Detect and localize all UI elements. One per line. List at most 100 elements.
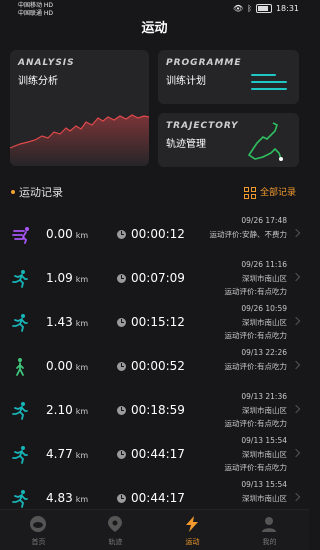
record-duration: 00:44:17 <box>131 447 185 461</box>
distance-unit: km <box>75 451 89 460</box>
clock-icon <box>117 494 126 503</box>
section-dot-icon <box>11 190 15 194</box>
carrier-1: 中国移动 HD <box>18 2 54 9</box>
clock-icon <box>117 274 126 283</box>
distance-value: 2.10 <box>46 403 73 417</box>
tab-profile-label: 我的 <box>262 538 277 546</box>
all-records-label: 全部记录 <box>259 188 296 198</box>
chevron-right-icon <box>291 272 301 282</box>
chevron-right-icon <box>291 228 301 238</box>
clock-time: 18:31 <box>275 4 299 13</box>
record-location: 深圳市南山区 <box>242 406 287 415</box>
record-duration: 00:07:09 <box>131 271 185 285</box>
tab-sport[interactable]: 运动 <box>154 510 231 550</box>
distance-unit: km <box>75 363 89 372</box>
all-records-button[interactable]: 全部记录 <box>243 185 296 201</box>
programme-en-title: PROGRAMME <box>166 58 242 68</box>
record-distance: 1.43 km <box>46 313 88 333</box>
route-map-icon <box>247 122 283 161</box>
running-icon <box>10 489 30 510</box>
tab-profile[interactable]: 我的 <box>231 510 308 550</box>
chevron-right-icon <box>291 448 301 458</box>
running-icon <box>10 269 30 293</box>
trajectory-cn-title: 轨迹管理 <box>166 139 206 150</box>
analysis-chart-graphic <box>10 114 149 166</box>
bottom-tab-bar: 首页 轨迹 运动 我的 <box>0 509 309 550</box>
programme-cn-title: 训练计划 <box>166 76 206 87</box>
status-right: 👁 ᛒ 18:31 <box>233 4 299 13</box>
record-row[interactable]: 4.77 km 00:44:17 09/13 15:54 深圳市南山区 运动评价:有点吃力 <box>0 432 309 476</box>
record-duration: 00:15:12 <box>131 315 185 329</box>
chevron-right-icon <box>291 316 301 326</box>
clock-icon <box>117 362 126 371</box>
record-distance: 0.00 km <box>46 357 88 377</box>
distance-unit: km <box>75 407 89 416</box>
clock-icon <box>117 318 126 327</box>
tab-home[interactable]: 首页 <box>0 510 77 550</box>
plan-lines-icon <box>251 74 287 95</box>
clock-icon <box>117 406 126 415</box>
programme-card[interactable]: PROGRAMME 训练计划 <box>158 50 299 104</box>
record-datetime: 09/26 10:59 <box>241 304 287 313</box>
distance-value: 1.09 <box>46 271 73 285</box>
record-datetime: 09/13 21:36 <box>241 392 287 401</box>
record-row[interactable]: 1.09 km 00:07:09 09/26 11:16 深圳市南山区 运动评价:有点吃力 <box>0 256 309 300</box>
carrier-2: 中国联通 HD <box>18 10 54 17</box>
eye-icon: 👁 <box>232 4 244 13</box>
tab-trajectory[interactable]: 轨迹 <box>77 510 154 550</box>
record-row[interactable]: 0.00 km 00:00:52 09/13 22:26 运动评价:有点吃力 <box>0 344 309 388</box>
clock-icon <box>117 230 126 239</box>
distance-value: 4.83 <box>46 491 73 505</box>
distance-unit: km <box>75 495 89 504</box>
record-list[interactable]: 0.00 km 00:00:12 09/26 17:48 运动评价:安静、不费力 1.09… <box>0 212 309 510</box>
record-location: 深圳市南山区 <box>242 318 287 327</box>
cycling-icon <box>10 225 32 249</box>
record-location: 深圳市南山区 <box>242 450 287 459</box>
record-distance: 0.00 km <box>46 225 88 245</box>
analysis-card[interactable]: ANALYSIS 训练分析 <box>10 50 149 166</box>
running-icon <box>10 313 30 337</box>
tab-home-label: 首页 <box>31 538 46 546</box>
records-header: 运动记录 全部记录 <box>0 184 309 202</box>
distance-unit: km <box>75 275 89 284</box>
distance-unit: km <box>75 319 89 328</box>
tab-trajectory-label: 轨迹 <box>108 538 123 546</box>
location-pin-icon <box>108 516 122 532</box>
record-row[interactable]: 1.43 km 00:15:12 09/26 10:59 深圳市南山区运动评价:有点吃力 <box>0 300 309 344</box>
running-icon <box>10 445 30 469</box>
lightning-icon <box>186 516 198 532</box>
header: 运动 <box>0 18 309 40</box>
record-duration: 00:18:59 <box>131 403 185 417</box>
status-bar: 中国移动 HD 中国联通 HD 👁 ᛒ 18:31 <box>0 0 309 20</box>
record-distance: 2.10 km <box>46 401 88 421</box>
battery-icon <box>255 4 272 13</box>
record-datetime: 09/26 11:16 <box>241 260 287 269</box>
trajectory-card[interactable]: TRAJECTORY 轨迹管理 <box>158 113 299 167</box>
walking-icon <box>10 357 30 381</box>
record-comment: 运动评价:有点吃力 <box>224 463 287 472</box>
record-duration: 00:00:52 <box>131 359 185 373</box>
distance-value: 0.00 <box>46 359 73 373</box>
record-comment: 运动评价:有点吃力 <box>224 331 287 340</box>
record-datetime: 09/26 17:48 <box>241 216 287 225</box>
clock-icon <box>117 450 126 459</box>
record-distance: 4.83 km <box>46 489 88 509</box>
record-row[interactable]: 0.00 km 00:00:12 09/26 17:48 运动评价:安静、不费力 <box>0 212 309 256</box>
tab-sport-label: 运动 <box>185 538 200 546</box>
record-row[interactable]: 2.10 km 00:18:59 09/13 21:36 深圳市南山区 运动评价:有点吃力 <box>0 388 309 432</box>
record-row[interactable]: 4.83 km 00:44:17 09/13 15:54 深圳市南山区 <box>0 476 309 510</box>
grid-icon <box>243 187 256 199</box>
records-title: 运动记录 <box>19 186 63 199</box>
trajectory-en-title: TRAJECTORY <box>166 121 239 131</box>
distance-value: 0.00 <box>46 227 73 241</box>
page-title: 运动 <box>141 21 168 36</box>
record-distance: 4.77 km <box>46 445 88 465</box>
record-comment: 运动评价:有点吃力 <box>224 287 287 296</box>
running-icon <box>10 401 30 425</box>
analysis-cn-title: 训练分析 <box>18 76 58 87</box>
distance-unit: km <box>75 231 89 240</box>
distance-value: 1.43 <box>46 315 73 329</box>
record-duration: 00:00:12 <box>131 227 185 241</box>
record-comment: 运动评价:有点吃力 <box>224 362 287 371</box>
record-comment: 运动评价:安静、不费力 <box>209 230 287 239</box>
